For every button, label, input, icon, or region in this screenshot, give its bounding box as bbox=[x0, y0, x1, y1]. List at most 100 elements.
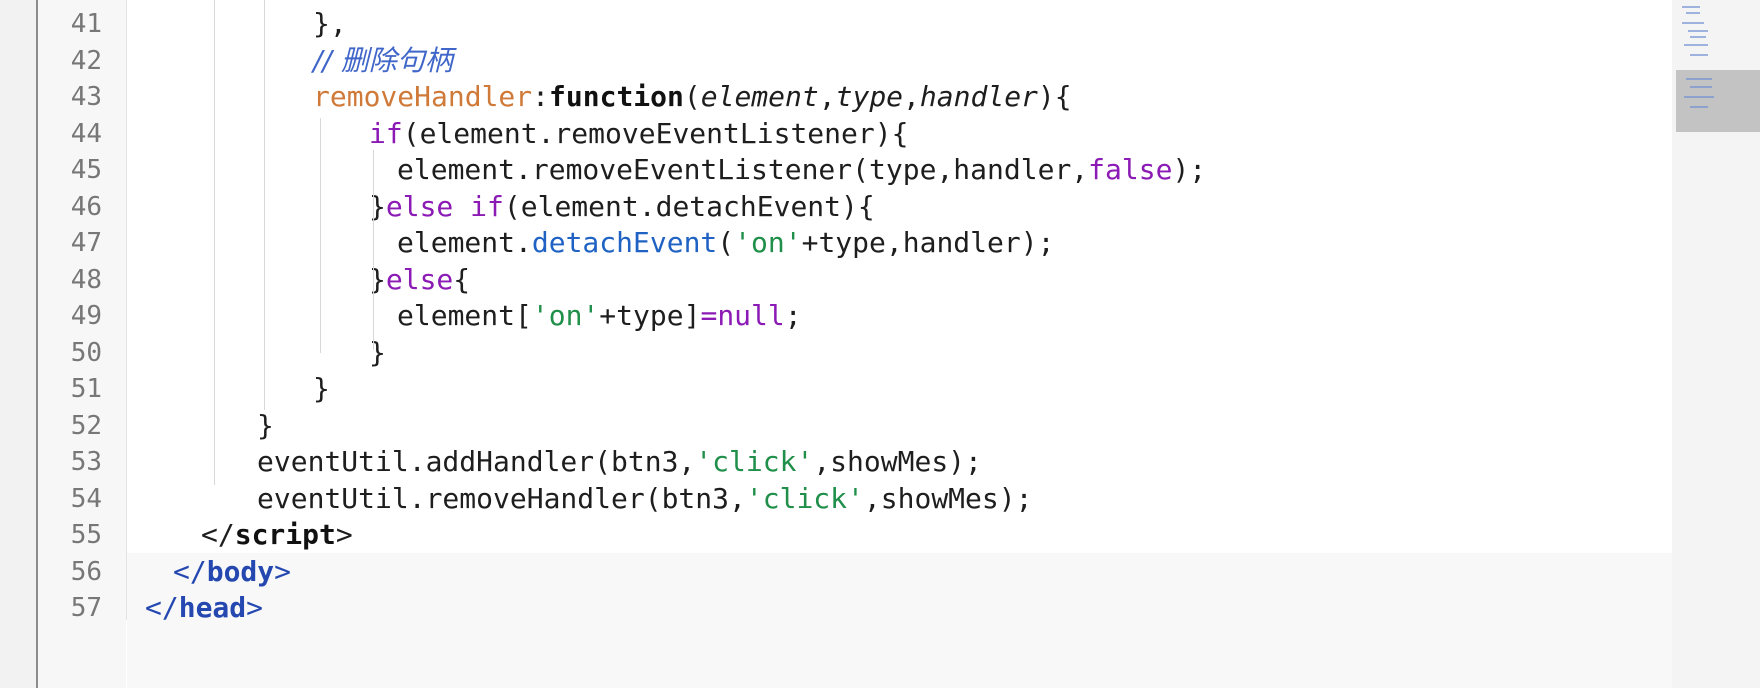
code-token: ,showMes); bbox=[863, 481, 1033, 515]
minimap-line bbox=[1688, 30, 1708, 32]
code-token: </ bbox=[201, 518, 235, 551]
code-token: null bbox=[717, 299, 785, 332]
code-line[interactable]: if(element.removeEventListener){ bbox=[369, 116, 908, 152]
minimap-line bbox=[1690, 106, 1708, 108]
code-token: if bbox=[369, 116, 403, 150]
code-token: 'on' bbox=[531, 299, 600, 332]
code-token: false bbox=[1088, 153, 1173, 186]
minimap-line bbox=[1690, 54, 1708, 56]
code-token: ( bbox=[717, 226, 735, 259]
code-token: ,showMes); bbox=[813, 445, 982, 478]
code-token: 'click' bbox=[695, 445, 814, 478]
code-token: else if bbox=[385, 189, 504, 223]
line-number: 56 bbox=[70, 556, 102, 587]
line-number: 44 bbox=[70, 118, 102, 149]
code-token: 'on' bbox=[734, 226, 802, 259]
line-number: 50 bbox=[70, 337, 102, 368]
code-line[interactable]: element.detachEvent('on'+type,handler); bbox=[397, 225, 1054, 261]
line-number: 52 bbox=[70, 410, 102, 441]
code-line[interactable]: } bbox=[257, 408, 274, 444]
code-token: </ bbox=[173, 554, 207, 588]
code-line[interactable]: </body> bbox=[173, 554, 291, 590]
code-token: > bbox=[335, 518, 353, 551]
code-token: = bbox=[700, 299, 718, 332]
code-token: +type] bbox=[599, 299, 701, 332]
code-token: }, bbox=[313, 7, 347, 40]
line-number: 48 bbox=[70, 264, 102, 295]
code-line[interactable]: } bbox=[369, 335, 386, 371]
code-token: head bbox=[178, 591, 247, 624]
code-token: (element.detachEvent){ bbox=[503, 189, 875, 223]
code-token: eventUtil.addHandler(btn3, bbox=[257, 445, 696, 478]
code-token: </ bbox=[145, 591, 179, 624]
minimap-line bbox=[1684, 96, 1714, 98]
line-number: 49 bbox=[70, 301, 102, 331]
code-token: 'click' bbox=[745, 481, 864, 515]
code-token: > bbox=[274, 554, 292, 588]
code-line[interactable]: }else if(element.detachEvent){ bbox=[369, 189, 875, 225]
minimap-line bbox=[1686, 78, 1712, 80]
code-token: > bbox=[246, 591, 264, 624]
code-token: element. bbox=[397, 226, 532, 259]
line-number: 46 bbox=[70, 191, 102, 222]
code-line[interactable]: </head> bbox=[145, 590, 263, 626]
left-panel-edge bbox=[0, 0, 38, 688]
code-token: element bbox=[700, 80, 819, 113]
code-token: function bbox=[549, 80, 684, 113]
code-token: body bbox=[206, 554, 275, 588]
code-token: } bbox=[369, 189, 386, 223]
line-number: 41 bbox=[70, 9, 102, 39]
code-token: type bbox=[835, 80, 904, 113]
line-number: 45 bbox=[70, 155, 102, 185]
minimap-line bbox=[1684, 44, 1708, 46]
indent-guide bbox=[373, 150, 374, 350]
indent-guide bbox=[214, 0, 215, 485]
code-token: element[ bbox=[397, 299, 532, 332]
code-token: : bbox=[532, 80, 550, 113]
line-number: 42 bbox=[70, 45, 102, 76]
code-line[interactable]: removeHandler:function(element,type,hand… bbox=[313, 79, 1072, 115]
minimap-line bbox=[1682, 22, 1704, 24]
minimap-line bbox=[1682, 6, 1700, 8]
code-token: } bbox=[313, 372, 330, 405]
line-number: 51 bbox=[70, 374, 102, 404]
code-line[interactable]: } bbox=[313, 371, 330, 407]
code-token: // 删除句柄 bbox=[313, 43, 453, 77]
code-token: ); bbox=[1172, 153, 1207, 186]
minimap-line bbox=[1690, 36, 1706, 38]
code-area-empty[interactable] bbox=[127, 553, 1672, 688]
code-line[interactable]: element['on'+type]=null; bbox=[397, 298, 802, 334]
indent-guide bbox=[320, 118, 321, 353]
code-line[interactable]: eventUtil.addHandler(btn3,'click',showMe… bbox=[257, 444, 982, 480]
line-number: 47 bbox=[70, 228, 102, 258]
code-token: eventUtil.removeHandler(btn3, bbox=[257, 481, 746, 515]
code-token: ; bbox=[784, 299, 802, 332]
line-number: 54 bbox=[70, 483, 102, 514]
code-token: } bbox=[257, 408, 274, 442]
code-token: else bbox=[385, 262, 454, 296]
code-line[interactable]: // 删除句柄 bbox=[313, 43, 453, 79]
indent-guide bbox=[264, 0, 265, 410]
code-line[interactable]: }else{ bbox=[369, 262, 470, 298]
code-token: , bbox=[818, 80, 836, 113]
code-token: element.removeEventListener(type,handler… bbox=[397, 153, 1089, 186]
code-line[interactable]: </script> bbox=[201, 517, 353, 553]
code-token: ){ bbox=[1037, 80, 1072, 113]
code-token: script bbox=[234, 518, 336, 551]
minimap-line bbox=[1690, 86, 1712, 88]
code-token: detachEvent bbox=[531, 226, 718, 259]
line-number: 43 bbox=[70, 82, 102, 112]
code-line[interactable]: }, bbox=[313, 6, 347, 42]
code-token: } bbox=[369, 262, 386, 296]
code-token: handler bbox=[919, 80, 1038, 113]
line-number: 55 bbox=[70, 520, 102, 550]
code-line[interactable]: element.removeEventListener(type,handler… bbox=[397, 152, 1206, 188]
code-token: { bbox=[453, 262, 471, 296]
line-number: 53 bbox=[70, 447, 102, 477]
code-token: } bbox=[369, 335, 386, 369]
code-line[interactable]: eventUtil.removeHandler(btn3,'click',sho… bbox=[257, 481, 1032, 517]
minimap-line bbox=[1686, 12, 1700, 14]
code-token: , bbox=[903, 80, 920, 113]
line-number: 57 bbox=[70, 593, 102, 623]
code-token: +type,handler); bbox=[801, 226, 1055, 259]
